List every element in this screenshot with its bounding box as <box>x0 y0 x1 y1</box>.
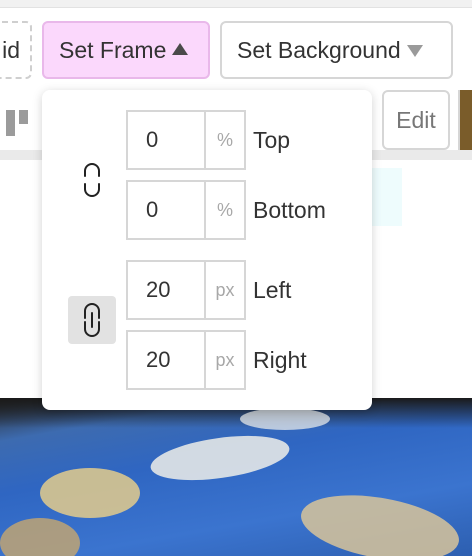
right-unit: px <box>215 349 235 370</box>
set-background-button[interactable]: Set Background <box>220 21 453 79</box>
top-label: Top <box>253 126 291 153</box>
align-icon[interactable] <box>6 106 32 136</box>
set-frame-label: Set Frame <box>59 36 167 63</box>
frame-popover: 0 % Top 0 % Bottom 20 px Left 20 px Righ… <box>42 90 372 410</box>
edit-label: Edit <box>396 106 436 133</box>
caret-up-icon <box>172 43 189 55</box>
grid-button[interactable]: id <box>0 21 32 79</box>
bottom-unit: % <box>216 199 233 220</box>
edit-button[interactable]: Edit <box>382 90 450 150</box>
grid-button-label: id <box>2 36 20 63</box>
set-frame-button[interactable]: Set Frame <box>42 21 210 79</box>
bottom-input[interactable]: 0 <box>128 182 206 238</box>
horizontal-link-toggle[interactable] <box>68 296 116 344</box>
globe-image <box>0 398 472 556</box>
land-shape <box>296 484 464 556</box>
highlight-area <box>372 168 402 226</box>
left-unit: px <box>215 279 235 300</box>
vertical-link-toggle[interactable] <box>68 156 116 204</box>
image-thumbnail-edge <box>458 90 472 150</box>
top-unit: % <box>216 129 233 150</box>
cloud-shape <box>147 428 293 488</box>
left-input[interactable]: 20 <box>128 262 206 318</box>
align-bar <box>19 110 28 124</box>
top-input[interactable]: 0 <box>128 112 206 168</box>
caret-down-icon <box>406 45 423 57</box>
right-input[interactable]: 20 <box>128 332 206 388</box>
right-label: Right <box>253 346 307 373</box>
unlinked-icon <box>84 163 100 197</box>
top-strip <box>0 0 472 8</box>
bottom-label: Bottom <box>253 196 326 223</box>
land-shape <box>40 468 140 518</box>
cloud-shape <box>240 408 330 430</box>
land-shape <box>0 518 80 556</box>
left-field[interactable]: 20 px <box>126 260 246 320</box>
right-field[interactable]: 20 px <box>126 330 246 390</box>
set-background-label: Set Background <box>237 36 401 63</box>
bottom-field[interactable]: 0 % <box>126 180 246 240</box>
top-field[interactable]: 0 % <box>126 110 246 170</box>
align-bar <box>6 110 15 136</box>
left-label: Left <box>253 276 292 303</box>
link-icon <box>84 303 100 337</box>
